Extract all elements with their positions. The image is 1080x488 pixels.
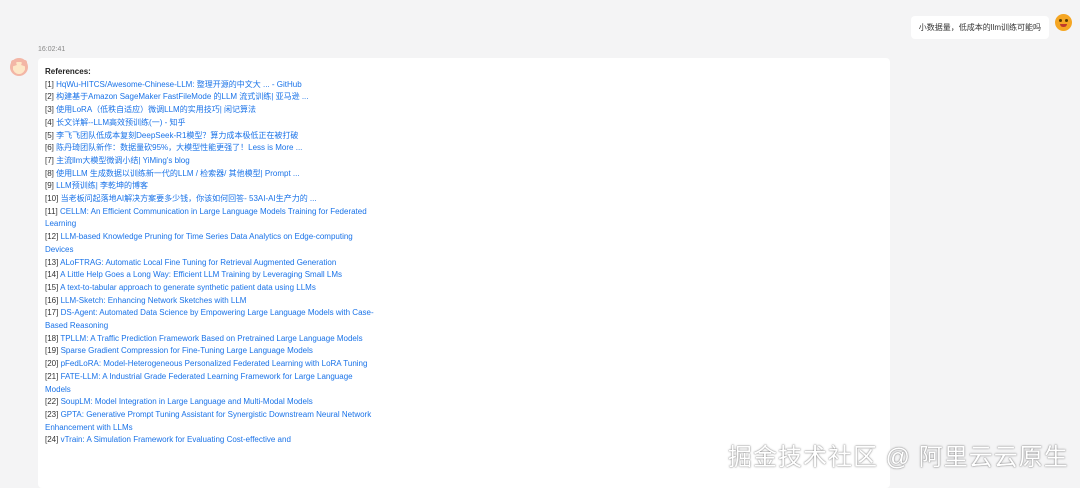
reference-text[interactable]: 使用LLM 生成数据以训练新一代的LLM / 检索器/ 其他模型| Prompt…	[56, 169, 299, 178]
reference-number: [22]	[45, 397, 59, 407]
reference-link[interactable]: [18] TPLLM: A Traffic Prediction Framewo…	[45, 333, 375, 346]
reference-link[interactable]: [6] 陈丹琦团队新作：数据量砍95%，大模型性能更强了！Less is Mor…	[45, 142, 375, 155]
reference-number: [4]	[45, 117, 54, 127]
reference-link[interactable]: [11] CELLM: An Efficient Communication i…	[45, 206, 375, 231]
reference-text[interactable]: 主流llm大模型微调小结| YiMing's blog	[56, 156, 190, 165]
user-avatar[interactable]	[1055, 14, 1072, 31]
reference-link[interactable]: [14] A Little Help Goes a Long Way: Effi…	[45, 269, 375, 282]
reference-text[interactable]: A text-to-tabular approach to generate s…	[60, 283, 316, 292]
reference-link[interactable]: [24] vTrain: A Simulation Framework for …	[45, 434, 375, 447]
reference-link[interactable]: [9] LLM预训练| 李乾坤的博客	[45, 180, 375, 193]
assistant-avatar	[10, 58, 28, 76]
reference-link[interactable]: [7] 主流llm大模型微调小结| YiMing's blog	[45, 155, 375, 168]
reference-link[interactable]: [19] Sparse Gradient Compression for Fin…	[45, 345, 375, 358]
reference-link[interactable]: [1] HqWu-HITCS/Awesome-Chinese-LLM: 整理开源…	[45, 79, 375, 92]
reference-text[interactable]: pFedLoRA: Model-Heterogeneous Personaliz…	[61, 359, 368, 368]
reference-text[interactable]: TPLLM: A Traffic Prediction Framework Ba…	[60, 334, 362, 343]
reference-text[interactable]: 李飞飞团队低成本复刻DeepSeek-R1模型？算力成本极低正在被打破	[56, 131, 298, 140]
reference-number: [9]	[45, 181, 54, 191]
reference-link[interactable]: [12] LLM-based Knowledge Pruning for Tim…	[45, 231, 375, 256]
reference-number: [7]	[45, 155, 54, 165]
reference-text[interactable]: FATE-LLM: A Industrial Grade Federated L…	[45, 372, 353, 394]
reference-link[interactable]: [22] SoupLM: Model Integration in Large …	[45, 396, 375, 409]
references-list: References: [1] HqWu-HITCS/Awesome-Chine…	[45, 66, 375, 447]
reference-text[interactable]: 使用LoRA（低秩自适应）微调LLM的实用技巧| 闲记算法	[56, 105, 256, 114]
reference-number: [23]	[45, 409, 59, 419]
reference-link[interactable]: [2] 构建基于Amazon SageMaker FastFileMode 的L…	[45, 91, 375, 104]
reference-number: [11]	[45, 206, 58, 216]
watermark: 掘金技术社区 @ 阿里云云原生	[728, 444, 1069, 471]
references-title: References:	[45, 67, 91, 76]
reference-text[interactable]: SoupLM: Model Integration in Large Langu…	[61, 397, 313, 406]
reference-text[interactable]: DS-Agent: Automated Data Science by Empo…	[45, 308, 374, 330]
reference-number: [21]	[45, 371, 59, 381]
reference-text[interactable]: 陈丹琦团队新作：数据量砍95%，大模型性能更强了！Less is More ..…	[56, 143, 302, 152]
reference-number: [5]	[45, 130, 54, 140]
reference-text[interactable]: A Little Help Goes a Long Way: Efficient…	[60, 270, 342, 279]
reference-number: [1]	[45, 79, 54, 89]
reference-link[interactable]: [21] FATE-LLM: A Industrial Grade Federa…	[45, 371, 375, 396]
assistant-message-bubble: References: [1] HqWu-HITCS/Awesome-Chine…	[38, 58, 890, 488]
reference-number: [14]	[45, 270, 59, 280]
reference-text[interactable]: ALoFTRAG: Automatic Local Fine Tuning fo…	[60, 258, 336, 267]
reference-text[interactable]: GPTA: Generative Prompt Tuning Assistant…	[45, 410, 371, 432]
reference-text[interactable]: LLM预训练| 李乾坤的博客	[56, 181, 148, 190]
reference-link[interactable]: [20] pFedLoRA: Model-Heterogeneous Perso…	[45, 358, 375, 371]
reference-link[interactable]: [4] 长文详解--LLM高效预训练(一) - 知乎	[45, 117, 375, 130]
reference-number: [15]	[45, 282, 59, 292]
reference-number: [24]	[45, 435, 59, 445]
reference-number: [19]	[45, 346, 59, 356]
user-message-row: 小数据量，低成本的llm训练可能吗	[910, 14, 1072, 39]
reference-text[interactable]: LLM-based Knowledge Pruning for Time Ser…	[45, 232, 353, 254]
reference-text[interactable]: 长文详解--LLM高效预训练(一) - 知乎	[56, 118, 185, 127]
reference-link[interactable]: [13] ALoFTRAG: Automatic Local Fine Tuni…	[45, 257, 375, 270]
reference-text[interactable]: 构建基于Amazon SageMaker FastFileMode 的LLM 流…	[56, 92, 308, 101]
reference-text[interactable]: HqWu-HITCS/Awesome-Chinese-LLM: 整理开源的中文大…	[56, 80, 302, 89]
reference-link[interactable]: [17] DS-Agent: Automated Data Science by…	[45, 307, 375, 332]
user-message-bubble: 小数据量，低成本的llm训练可能吗	[910, 16, 1049, 39]
reference-number: [10]	[45, 194, 59, 204]
reference-number: [18]	[45, 333, 59, 343]
reference-link[interactable]: [16] LLM-Sketch: Enhancing Network Sketc…	[45, 295, 375, 308]
reference-link[interactable]: [3] 使用LoRA（低秩自适应）微调LLM的实用技巧| 闲记算法	[45, 104, 375, 117]
reference-text[interactable]: CELLM: An Efficient Communication in Lar…	[45, 207, 367, 229]
reference-number: [12]	[45, 232, 59, 242]
reference-number: [16]	[45, 295, 59, 305]
reference-link[interactable]: [10] 当老板问起落地AI解决方案要多少钱，你该如何回答- 53AI-AI生产…	[45, 193, 375, 206]
reference-link[interactable]: [5] 李飞飞团队低成本复刻DeepSeek-R1模型？算力成本极低正在被打破	[45, 130, 375, 143]
reference-text[interactable]: vTrain: A Simulation Framework for Evalu…	[61, 435, 291, 444]
reference-text[interactable]: Sparse Gradient Compression for Fine-Tun…	[61, 346, 313, 355]
reference-number: [20]	[45, 359, 59, 369]
reference-number: [8]	[45, 168, 54, 178]
reference-number: [13]	[45, 257, 59, 267]
reference-link[interactable]: [15] A text-to-tabular approach to gener…	[45, 282, 375, 295]
reference-number: [17]	[45, 308, 59, 318]
reference-link[interactable]: [8] 使用LLM 生成数据以训练新一代的LLM / 检索器/ 其他模型| Pr…	[45, 168, 375, 181]
reference-link[interactable]: [23] GPTA: Generative Prompt Tuning Assi…	[45, 409, 375, 434]
reference-text[interactable]: LLM-Sketch: Enhancing Network Sketches w…	[61, 296, 247, 305]
reference-text[interactable]: 当老板问起落地AI解决方案要多少钱，你该如何回答- 53AI-AI生产力的 ..…	[61, 194, 317, 203]
message-timestamp: 16:02:41	[38, 46, 66, 53]
reference-number: [3]	[45, 105, 54, 115]
reference-number: [6]	[45, 143, 54, 153]
reference-number: [2]	[45, 92, 54, 102]
